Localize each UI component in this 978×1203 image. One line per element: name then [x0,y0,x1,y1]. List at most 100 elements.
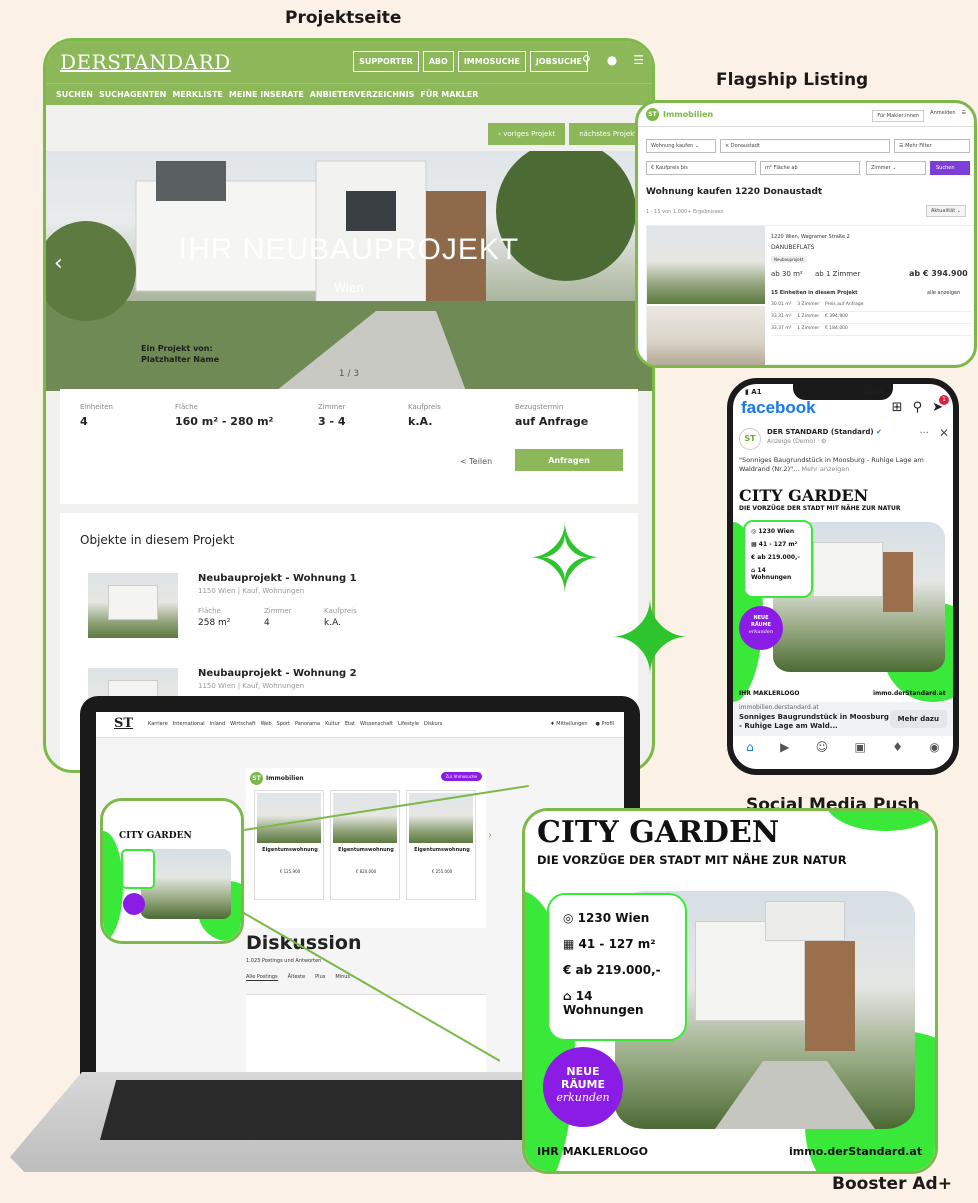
menu-item[interactable]: Sport [277,721,290,727]
subnav-merkliste[interactable]: MERKLISTE [172,90,223,99]
ad-cta-badge[interactable] [123,893,145,915]
search-button[interactable]: Suchen [930,161,970,175]
immosuche-button[interactable]: IMMOSUCHE [457,51,526,72]
carrier-label: A1 [751,388,762,396]
search-icon[interactable]: ⚲ [913,400,923,415]
messenger-icon[interactable]: ➤ 1 [932,395,949,415]
page-name[interactable]: DER STANDARD (Standard) ✔ [767,428,882,436]
laptop-ad-creative[interactable]: CITY GARDEN [103,801,241,941]
facts-panel: Einheiten 4 Fläche 160 m² - 280 m² Zimmer 3… [60,389,638,504]
listing-card[interactable]: 1220 Wien, Wagramer Straße 2 DANUBEFLATS… [646,225,974,365]
link-preview[interactable]: immobilien.derstandard.at Sonniges Baugr… [733,702,953,736]
more-options-icon[interactable]: ··· [919,428,929,439]
subnav-suchen[interactable]: SUCHEN [56,90,93,99]
subnav-anbieterverzeichnis[interactable]: ANBIETERVERZEICHNIS [310,90,415,99]
table-row[interactable]: 33.37 m² 1 Zimmer € 184.000 [771,326,971,336]
plus-icon[interactable]: ⊞ [892,400,903,415]
col-value: 4 [264,618,270,628]
profil-link[interactable]: ● Profil [596,721,614,727]
news-header: ST Karriere International Inland Wirtsch… [96,712,624,738]
house-shape [108,585,158,620]
euro-icon: € [751,554,756,561]
area-input[interactable]: m² Fläche ab [760,161,860,175]
subnav-suchagenten[interactable]: SUCHAGENTEN [99,90,166,99]
menu-item[interactable]: Karriere [148,721,168,727]
post-text: "Sonniges Baugrundstück in Moosburg - Ru… [739,456,951,474]
makler-button[interactable]: Für Makler:innen [872,110,925,122]
immo-card[interactable]: Eigentumswohnung € 255.000 [406,790,476,900]
rooms-select[interactable]: Zimmer ⌄ [866,161,926,175]
price-input[interactable]: € Kaufpreis bis [646,161,756,175]
sparkle-solid-icon: ✦ [608,580,692,697]
supporter-button[interactable]: SUPPORTER [353,51,419,72]
table-row[interactable]: 30.01 m² 3 Zimmer Preis auf Anfrage [771,302,971,312]
discussion-tabs: Alle Postings Älteste Plus Minus [246,974,350,981]
tab-aelteste[interactable]: Älteste [288,974,306,981]
subnav-meine-inserate[interactable]: MEINE INSERATE [229,90,304,99]
more-link[interactable]: Mehr anzeigen [801,465,849,473]
object-name: Neubauprojekt - Wohnung 1 [198,573,357,584]
home-icon: ⌂ [563,989,572,1003]
search-icon[interactable]: ⚲ [582,53,591,67]
bell-icon[interactable]: ♦ [892,740,903,754]
menu-item[interactable]: Web [261,721,272,727]
page-avatar[interactable]: ST [739,428,761,450]
bell-icon: ♦ [550,721,555,727]
menu-item[interactable]: International [173,721,205,727]
video-icon[interactable]: ▶ [780,740,789,754]
booster-price-text: ab 219.000,- [575,963,661,977]
profile-icon[interactable]: ◉ [929,740,939,754]
chevron-right-icon[interactable]: › [488,830,492,841]
nav-icons: ⚲ ● ☰ [582,53,644,67]
area-icon: ▦ [563,937,575,951]
ad-location: ◎ 1230 Wien [751,528,805,535]
more-filter-button[interactable]: ☰ Mehr Filter [894,139,970,153]
mehr-dazu-button[interactable]: Mehr dazu [889,710,947,728]
abo-button[interactable]: ABO [422,51,454,72]
caption-projektseite: Projektseite [285,8,402,28]
jobsuche-button[interactable]: JOBSUCHE [529,51,588,72]
news-logo[interactable]: ST [114,716,133,731]
table-row[interactable]: 33.31 m² 1 Zimmer € 394.900 [771,314,971,324]
marketplace-icon[interactable]: ▣ [855,740,866,754]
menu-item[interactable]: Diskurs [424,721,442,727]
close-icon[interactable]: ✕ [939,426,949,440]
zur-immosuche-button[interactable]: Zur Immosuche [440,772,482,781]
home-icon[interactable]: ⌂ [746,740,754,754]
menu-icon[interactable]: ☰ [962,110,966,122]
sort-select[interactable]: Aktualität ⌄ [925,205,966,217]
menu-item[interactable]: Etat [345,721,355,727]
login-link[interactable]: Anmelden [930,110,955,122]
menu-item[interactable]: Wirtschaft [230,721,255,727]
menu-item[interactable]: Kultur [325,721,340,727]
mitteilungen-link[interactable]: ♦ Mitteilungen [550,721,587,727]
anfragen-button[interactable]: Anfragen [515,449,623,471]
booster-ad[interactable]: CITY GARDEN DIE VORZÜGE DER STADT MIT NÄ… [522,808,938,1174]
subnav-fuer-makler[interactable]: FÜR MAKLER [420,90,478,99]
menu-item[interactable]: Inland [210,721,225,727]
fact-label: Kaufpreis [408,403,441,411]
immo-brand[interactable]: ST Immobilien [646,108,713,121]
fact-flaeche: Fläche 160 m² - 280 m² [175,403,273,428]
tab-alle[interactable]: Alle Postings [246,974,278,981]
menu-item[interactable]: Wissenschaft [360,721,393,727]
share-button[interactable]: < Teilen [460,457,492,466]
immo-card[interactable]: Eigentumswohnung € 125.900 [254,790,324,900]
object-sub: 1150 Wien | Kauf, Wohnungen [198,682,305,690]
prev-project-button[interactable]: ‹ voriges Projekt [488,123,566,145]
friends-icon[interactable]: ☺ [816,740,829,754]
facebook-ad-creative[interactable]: CITY GARDEN DIE VORZÜGE DER STADT MIT NÄ… [733,482,953,702]
tab-plus[interactable]: Plus [315,974,325,981]
ad-cta-badge[interactable]: NEUE RÄUME erkunden [739,606,783,650]
menu-item[interactable]: Lifestyle [398,721,419,727]
user-icon[interactable]: ● [607,53,617,67]
menu-item[interactable]: Panorama [295,721,320,727]
show-all-link[interactable]: alle anzeigen [927,290,960,296]
menu-icon[interactable]: ☰ [633,53,644,67]
booster-cta-badge[interactable]: NEUE RÄUME erkunden [543,1047,623,1127]
type-select[interactable]: Wohnung kaufen ⌄ [646,139,716,153]
brand-logo[interactable]: DERSTANDARD [60,50,231,74]
list-item[interactable]: Neubauprojekt - Wohnung 1 1150 Wien | Ka… [88,573,588,648]
tab-minus[interactable]: Minus [335,974,350,981]
location-input[interactable]: × Donaustadt [720,139,890,153]
